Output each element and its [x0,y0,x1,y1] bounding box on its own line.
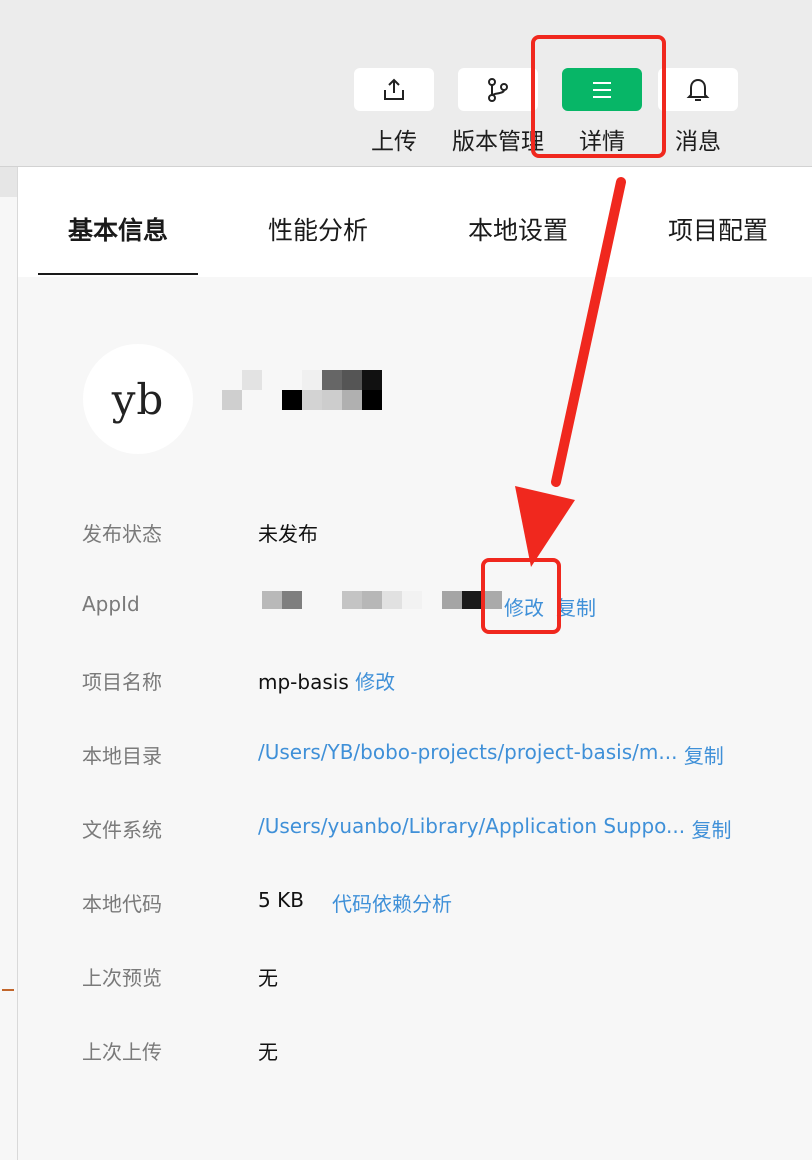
annotation-arrow-icon [515,177,626,567]
